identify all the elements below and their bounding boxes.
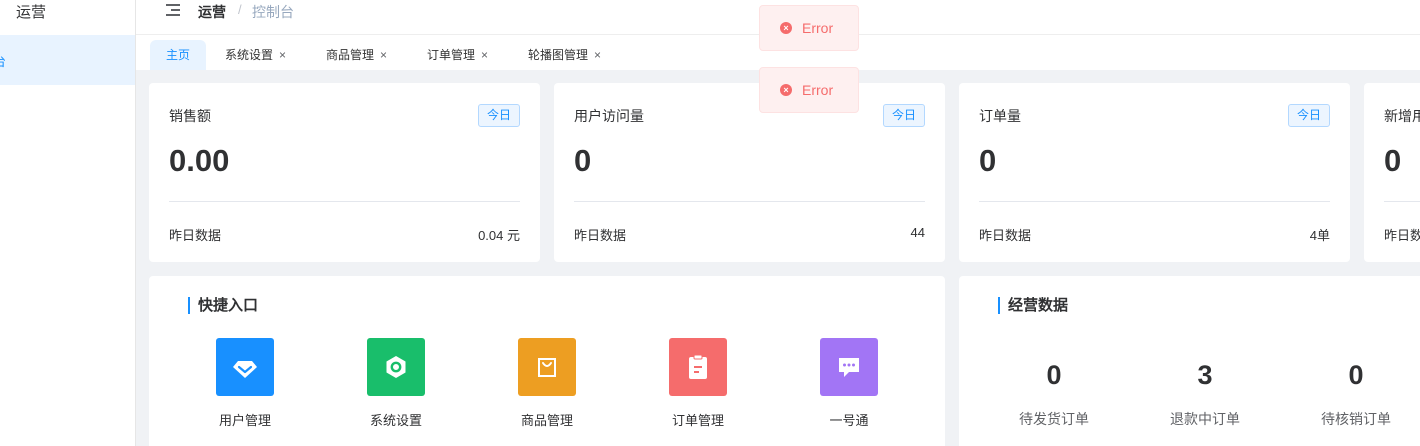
chat-bubble-icon bbox=[820, 338, 878, 396]
stat-value: 0 bbox=[574, 143, 592, 178]
quick-access-goods-manage[interactable]: 商品管理 bbox=[502, 338, 592, 429]
tab-goods[interactable]: 商品管理 × bbox=[326, 40, 387, 70]
quick-access-label: 商品管理 bbox=[520, 413, 573, 428]
quick-access-label: 用户管理 bbox=[218, 413, 271, 428]
business-stat-pending-shipment[interactable]: 0 待发货订单 bbox=[994, 360, 1114, 429]
quick-access-order-manage[interactable]: 订单管理 bbox=[653, 338, 743, 429]
tab-orders[interactable]: 订单管理 × bbox=[427, 40, 488, 70]
stat-card-new-users: 新增用 0 昨日数 bbox=[1364, 83, 1420, 262]
menu-fold-icon[interactable] bbox=[166, 4, 182, 18]
quick-access-user-manage[interactable]: 用户管理 bbox=[200, 338, 290, 429]
panel-title: 快捷入口 bbox=[188, 297, 258, 314]
error-toast: × Error bbox=[759, 5, 859, 51]
stat-card-sales: 销售额 今日 0.00 昨日数据 0.04 元 bbox=[149, 83, 540, 262]
stat-foot-label: 昨日数据 bbox=[169, 228, 222, 243]
business-stat-value: 3 bbox=[1197, 360, 1213, 390]
breadcrumb-separator: / bbox=[238, 2, 242, 17]
tab-label: 系统设置 bbox=[225, 48, 274, 62]
business-stat-label: 待发货订单 bbox=[1019, 411, 1089, 427]
stat-foot-value: 0.04 元 bbox=[478, 228, 520, 243]
status-badge: 今日 bbox=[478, 104, 520, 127]
breadcrumb-item-ops[interactable]: 运营 bbox=[198, 2, 226, 22]
tab-label: 主页 bbox=[166, 48, 191, 62]
tab-home[interactable]: 主页 bbox=[150, 40, 207, 70]
stat-value: 0 bbox=[1384, 143, 1402, 178]
user-diamond-icon bbox=[216, 338, 274, 396]
error-toast: × Error bbox=[759, 67, 859, 113]
stat-foot-label: 昨日数据 bbox=[574, 228, 627, 243]
stat-card-visits: 用户访问量 今日 0 昨日数据 44 bbox=[554, 83, 945, 262]
clipboard-icon bbox=[669, 338, 727, 396]
close-icon[interactable]: × bbox=[380, 40, 387, 70]
stat-label: 新增用 bbox=[1384, 108, 1420, 124]
tab-label: 订单管理 bbox=[427, 48, 476, 62]
stat-foot-value: 44 bbox=[910, 225, 925, 240]
sidebar-item-label: 台 bbox=[0, 51, 6, 70]
breadcrumb-item-console: 控制台 bbox=[252, 4, 294, 20]
quick-access-label: 订单管理 bbox=[671, 413, 724, 428]
business-stat-value: 0 bbox=[1348, 360, 1364, 390]
status-badge: 今日 bbox=[883, 104, 925, 127]
panel-title: 经营数据 bbox=[998, 297, 1068, 314]
business-stat-refunding[interactable]: 3 退款中订单 bbox=[1145, 360, 1265, 429]
stat-label: 销售额 bbox=[169, 108, 211, 124]
stat-foot-value: 4单 bbox=[1309, 228, 1330, 243]
quick-access-system-settings[interactable]: 系统设置 bbox=[351, 338, 441, 429]
toast-message: Error bbox=[802, 20, 834, 36]
sidebar-title: 运营 bbox=[16, 4, 47, 21]
tab-banners[interactable]: 轮播图管理 × bbox=[528, 40, 601, 70]
business-data-panel: 经营数据 0 待发货订单 3 退款中订单 0 待核销订单 bbox=[959, 276, 1420, 446]
stat-foot-label: 昨日数据 bbox=[979, 228, 1032, 243]
status-badge: 今日 bbox=[1288, 104, 1330, 127]
shopping-bag-icon bbox=[518, 338, 576, 396]
tab-system-settings[interactable]: 系统设置 × bbox=[225, 40, 286, 70]
divider bbox=[574, 201, 925, 202]
quick-access-label: 系统设置 bbox=[369, 413, 422, 428]
stat-label: 订单量 bbox=[979, 108, 1021, 124]
close-icon[interactable]: × bbox=[481, 40, 488, 70]
stat-card-orders: 订单量 今日 0 昨日数据 4单 bbox=[959, 83, 1350, 262]
business-stat-label: 待核销订单 bbox=[1321, 411, 1391, 427]
business-stat-pending-verification[interactable]: 0 待核销订单 bbox=[1296, 360, 1416, 429]
divider bbox=[169, 201, 520, 202]
quick-access-label: 一号通 bbox=[829, 413, 869, 428]
tab-label: 轮播图管理 bbox=[528, 48, 589, 62]
stat-value: 0 bbox=[979, 143, 997, 178]
sidebar-item-dashboard[interactable]: 台 bbox=[0, 35, 135, 85]
stat-foot-label: 昨日数 bbox=[1384, 228, 1420, 243]
quick-access-one-pass[interactable]: 一号通 bbox=[804, 338, 894, 429]
tab-label: 商品管理 bbox=[326, 48, 375, 62]
error-circle-icon: × bbox=[780, 22, 792, 34]
settings-hex-icon bbox=[367, 338, 425, 396]
close-icon[interactable]: × bbox=[594, 40, 601, 70]
error-circle-icon: × bbox=[780, 84, 792, 96]
business-stat-label: 退款中订单 bbox=[1170, 411, 1240, 427]
divider bbox=[1384, 201, 1420, 202]
close-icon[interactable]: × bbox=[279, 40, 286, 70]
business-stat-value: 0 bbox=[1046, 360, 1062, 390]
sidebar: 运营 台 bbox=[0, 0, 136, 446]
stat-value: 0.00 bbox=[169, 143, 230, 178]
divider bbox=[979, 201, 1330, 202]
toast-message: Error bbox=[802, 82, 834, 98]
stat-label: 用户访问量 bbox=[574, 108, 644, 124]
quick-access-panel: 快捷入口 用户管理 系统设置 商品管理 订单管理 一号通 bbox=[149, 276, 945, 446]
